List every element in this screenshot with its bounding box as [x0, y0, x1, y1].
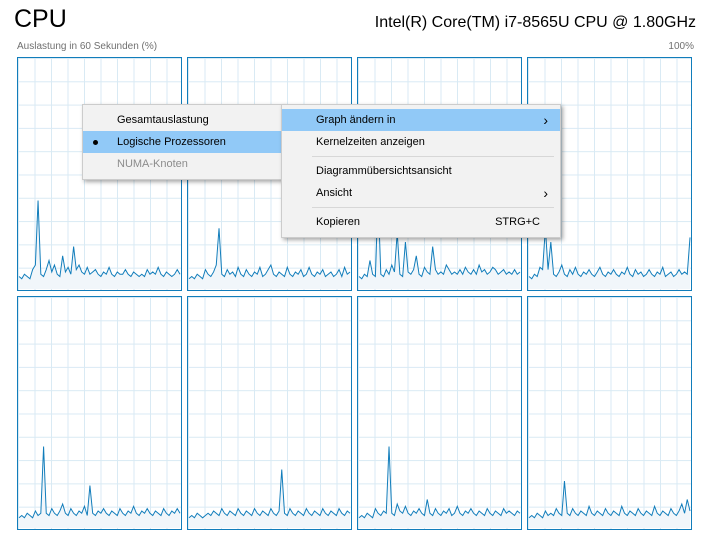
cpu-usage-area	[528, 481, 691, 529]
cpu-usage-area	[358, 446, 521, 529]
menu-item-label: NUMA-Knoten	[117, 158, 188, 170]
cpu-usage-line	[188, 469, 351, 519]
cpu-title: CPU	[14, 5, 67, 33]
chevron-right-icon: ›	[543, 185, 548, 201]
menu-item-label: Diagrammübersichtsansicht	[316, 165, 452, 177]
graph-context-menu: Graph ändern in › Kernelzeiten anzeigen Dia…	[281, 104, 561, 238]
menu-item-label: Ansicht	[316, 187, 353, 199]
menu-item-label: Kopieren	[316, 216, 361, 228]
cpu-usage-line	[18, 200, 181, 280]
submenu-item-numa-knoten: NUMA-Knoten	[83, 153, 283, 175]
logical-processor-graph-7[interactable]	[527, 296, 692, 530]
menu-item-label: Gesamtauslastung	[117, 114, 209, 126]
menu-item-diagrammubersichtsansicht[interactable]: Diagrammübersichtsansicht	[282, 160, 560, 182]
menu-item-graph-andern-in[interactable]: Graph ändern in ›	[282, 109, 560, 131]
menu-item-kernelzeiten-anzeigen[interactable]: Kernelzeiten anzeigen	[282, 131, 560, 153]
cpu-model-label: Intel(R) Core(TM) i7-8565U CPU @ 1.80GHz	[374, 14, 696, 31]
logical-processor-graph-4[interactable]	[17, 296, 182, 530]
utilization-axis-label: Auslastung in 60 Sekunden (%)	[17, 41, 158, 52]
menu-item-label: Graph ändern in	[316, 114, 396, 126]
cpu-usage-area	[188, 469, 351, 529]
graph-type-submenu: Gesamtauslastung Logische Prozessoren NUMA…	[82, 104, 284, 180]
utilization-axis-max: 100%	[668, 41, 694, 52]
chevron-right-icon: ›	[543, 112, 548, 128]
menu-shortcut-label: STRG+C	[495, 216, 540, 228]
menu-separator	[312, 207, 554, 208]
menu-item-ansicht[interactable]: Ansicht ›	[282, 182, 560, 204]
logical-processor-graph-6[interactable]	[357, 296, 522, 530]
submenu-item-logische-prozessoren[interactable]: Logische Prozessoren	[83, 131, 283, 153]
menu-item-label: Logische Prozessoren	[117, 136, 226, 148]
menu-separator	[312, 156, 554, 157]
logical-processor-graph-5[interactable]	[187, 296, 352, 530]
selected-bullet-icon	[93, 140, 98, 145]
menu-item-kopieren[interactable]: Kopieren STRG+C	[282, 211, 560, 233]
cpu-usage-line	[528, 480, 691, 519]
menu-item-label: Kernelzeiten anzeigen	[316, 136, 425, 148]
cpu-usage-line	[358, 446, 521, 519]
submenu-item-gesamtauslastung[interactable]: Gesamtauslastung	[83, 109, 283, 131]
